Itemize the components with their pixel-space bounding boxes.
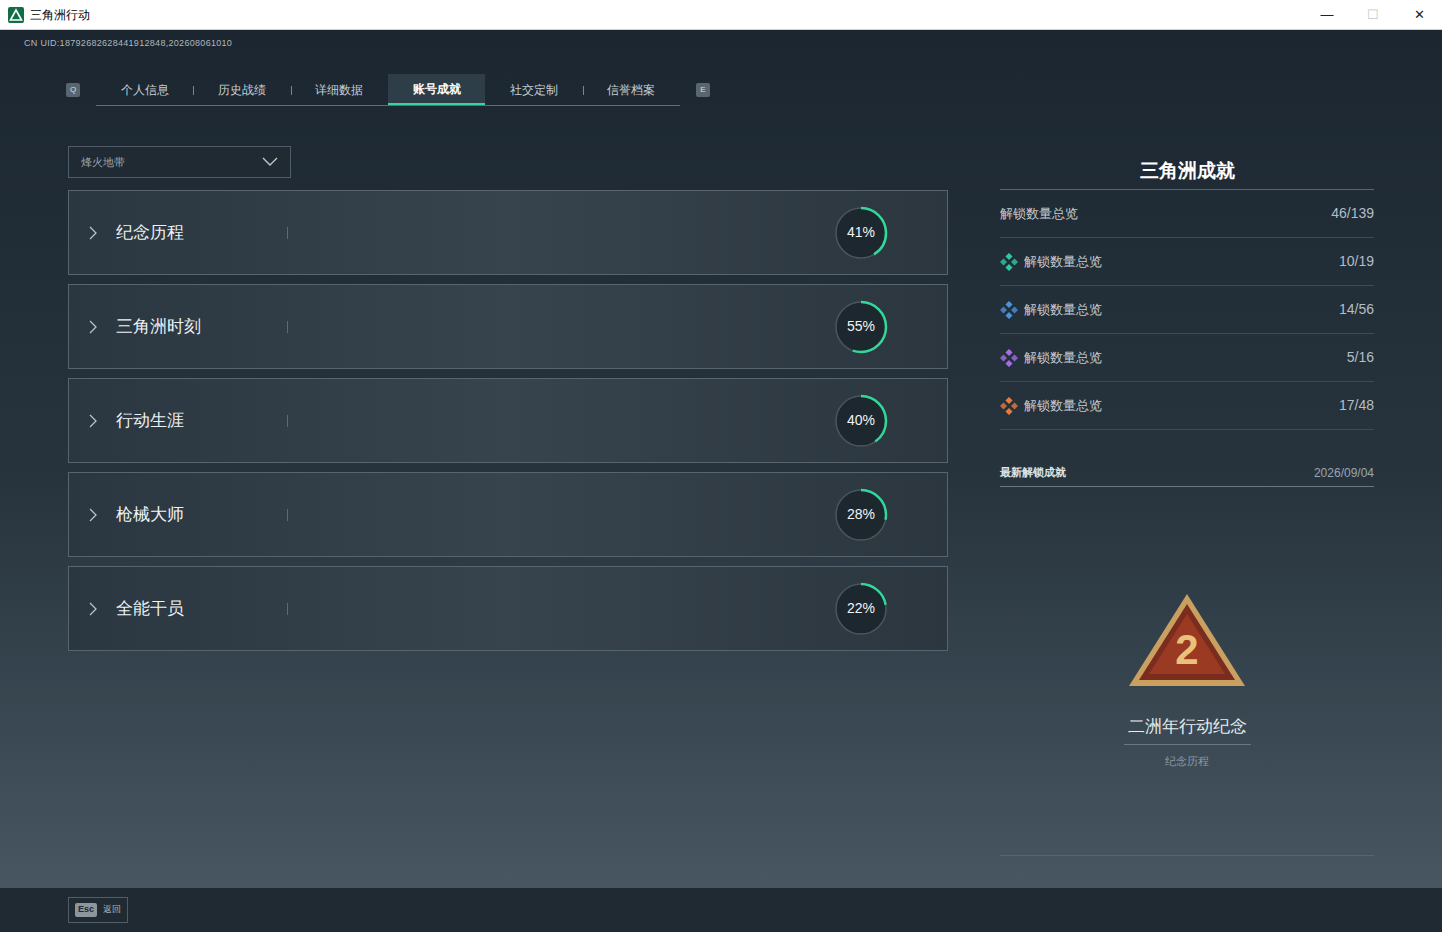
panel-title: 三角洲成就 xyxy=(1000,154,1374,190)
esc-key: Esc xyxy=(75,903,97,917)
category-list: 纪念历程 41% 三角洲时刻 55% 行动生涯 40% 枪械大师 28% 全能干员 22% xyxy=(68,190,948,651)
tier-value: 17/48 xyxy=(1339,395,1374,416)
chevron-right-icon xyxy=(88,601,98,617)
latest-date: 2026/09/04 xyxy=(1314,464,1374,482)
category-divider xyxy=(287,415,288,427)
tier-diamond-icon xyxy=(1000,349,1018,367)
progress-percent: 28% xyxy=(833,487,889,543)
uid-label: CN UID:18792682628441912848,202608061010 xyxy=(0,30,1442,54)
progress-percent: 41% xyxy=(833,205,889,261)
tier-row: 解锁数量总览 14/56 xyxy=(1000,286,1374,334)
stat-value: 46/139 xyxy=(1331,203,1374,224)
title-bar: 三角洲行动 —☐✕ xyxy=(0,0,1442,30)
chevron-down-icon xyxy=(262,157,278,167)
window-control-button[interactable]: ☐ xyxy=(1350,0,1396,30)
tier-diamond-icon xyxy=(1000,397,1018,415)
body: 烽火地带纪念历程 41% 三角洲时刻 55% 行动生涯 40% 枪械大师 28% 全能干员 22%… xyxy=(0,106,1442,888)
progress-percent: 40% xyxy=(833,393,889,449)
progress-ring: 28% xyxy=(833,487,889,543)
category-row[interactable]: 行动生涯 40% xyxy=(68,378,948,463)
content: CN UID:18792682628441912848,202608061010… xyxy=(0,30,1442,932)
achievement-panel: 三角洲成就解锁数量总览46/139解锁数量总览10/19解锁数量总览14/56解… xyxy=(1000,146,1374,856)
tab[interactable]: 详细数据 xyxy=(291,74,388,105)
category-row[interactable]: 纪念历程 41% xyxy=(68,190,948,275)
chevron-right-icon xyxy=(88,507,98,523)
tab[interactable]: 信誉档案 xyxy=(583,74,680,105)
category-row[interactable]: 全能干员 22% xyxy=(68,566,948,651)
window-control-button[interactable]: — xyxy=(1304,0,1350,30)
category-name: 三角洲时刻 xyxy=(116,314,266,340)
tier-label: 解锁数量总览 xyxy=(1024,300,1102,320)
tier-diamond-icon xyxy=(1000,301,1018,319)
tab[interactable]: 历史战绩 xyxy=(193,74,290,105)
tab-separator xyxy=(291,86,292,95)
latest-header: 最新解锁成就 2026/09/04 xyxy=(1000,459,1374,487)
tier-value: 10/19 xyxy=(1339,251,1374,272)
tier-row: 解锁数量总览 10/19 xyxy=(1000,238,1374,286)
category-name: 全能干员 xyxy=(116,596,266,622)
stat-row: 解锁数量总览 46/139 xyxy=(1000,190,1374,238)
category-divider xyxy=(287,321,288,333)
progress-ring: 22% xyxy=(833,581,889,637)
mode-dropdown[interactable]: 烽火地带 xyxy=(68,146,291,178)
window-control-button[interactable]: ✕ xyxy=(1396,0,1442,30)
emblem-mark: 2 xyxy=(1125,624,1249,676)
window-title: 三角洲行动 xyxy=(30,6,90,24)
tab[interactable]: 社交定制 xyxy=(485,74,582,105)
tier-value: 14/56 xyxy=(1339,299,1374,320)
category-divider xyxy=(287,603,288,615)
tab[interactable]: 个人信息 xyxy=(96,74,193,105)
back-button[interactable]: Esc 返回 xyxy=(68,897,128,923)
tier-row: 解锁数量总览 5/16 xyxy=(1000,334,1374,382)
left-column: 烽火地带纪念历程 41% 三角洲时刻 55% 行动生涯 40% 枪械大师 28% 全能干员 22% xyxy=(68,146,948,856)
category-name: 纪念历程 xyxy=(116,220,266,246)
category-divider xyxy=(287,227,288,239)
back-label: 返回 xyxy=(103,903,121,917)
mode-dropdown-value: 烽火地带 xyxy=(81,154,262,171)
latest-achievement: 2 二洲年行动纪念纪念历程 xyxy=(1000,487,1374,856)
category-name: 枪械大师 xyxy=(116,502,266,528)
progress-percent: 22% xyxy=(833,581,889,637)
tab[interactable]: 账号成就 xyxy=(388,74,485,105)
tab-key-right: E xyxy=(696,83,710,97)
chevron-right-icon xyxy=(88,413,98,429)
stat-label: 解锁数量总览 xyxy=(1000,204,1078,224)
footer-bar: Esc 返回 xyxy=(0,888,1442,932)
chevron-right-icon xyxy=(88,319,98,335)
progress-ring: 40% xyxy=(833,393,889,449)
tab-list: 个人信息历史战绩详细数据账号成就社交定制信誉档案 xyxy=(96,74,680,106)
tier-label: 解锁数量总览 xyxy=(1024,252,1102,272)
app-window: 三角洲行动 —☐✕CN UID:18792682628441912848,2026… xyxy=(0,0,1442,932)
category-row[interactable]: 三角洲时刻 55% xyxy=(68,284,948,369)
tab-bar: Q 个人信息历史战绩详细数据账号成就社交定制信誉档案 E xyxy=(0,74,1442,106)
achievement-emblem: 2 xyxy=(1125,590,1249,690)
progress-percent: 55% xyxy=(833,299,889,355)
achievement-category: 纪念历程 xyxy=(1165,753,1209,770)
tier-label: 解锁数量总览 xyxy=(1024,396,1102,416)
progress-ring: 55% xyxy=(833,299,889,355)
progress-ring: 41% xyxy=(833,205,889,261)
category-row[interactable]: 枪械大师 28% xyxy=(68,472,948,557)
app-logo-icon xyxy=(8,7,24,23)
tier-row: 解锁数量总览 17/48 xyxy=(1000,382,1374,430)
tier-value: 5/16 xyxy=(1347,347,1374,368)
achievement-name: 二洲年行动纪念 xyxy=(1124,714,1251,745)
category-name: 行动生涯 xyxy=(116,408,266,434)
tier-label: 解锁数量总览 xyxy=(1024,348,1102,368)
tab-separator xyxy=(583,86,584,95)
tier-diamond-icon xyxy=(1000,253,1018,271)
tab-separator xyxy=(193,86,194,95)
tab-key-left: Q xyxy=(66,83,80,97)
chevron-right-icon xyxy=(88,225,98,241)
category-divider xyxy=(287,509,288,521)
latest-heading: 最新解锁成就 xyxy=(1000,464,1066,481)
